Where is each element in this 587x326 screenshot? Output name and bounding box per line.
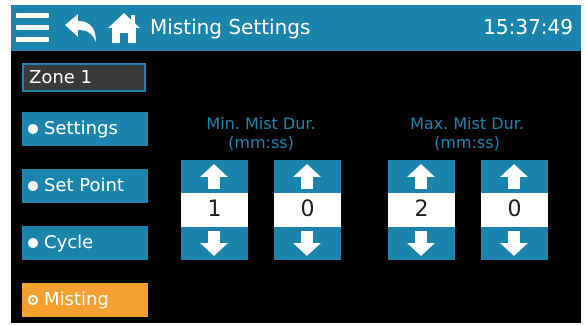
seconds-value[interactable]: 0 (274, 193, 341, 227)
menu-icon[interactable] (16, 13, 49, 43)
back-arrow-icon[interactable] (63, 12, 99, 44)
nav-set-point-button[interactable]: Set Point (22, 169, 148, 203)
max-duration-label: Max. Mist Dur. (mm:ss) (410, 114, 524, 152)
increment-button[interactable] (481, 160, 548, 193)
max-seconds-spinner: 0 (481, 160, 548, 260)
decrement-button[interactable] (274, 227, 341, 260)
up-arrow-icon (407, 164, 435, 189)
nav-label: Settings (44, 118, 118, 139)
increment-button[interactable] (181, 160, 248, 193)
down-arrow-icon (200, 231, 228, 256)
increment-button[interactable] (274, 160, 341, 193)
nav-cycle-button[interactable]: Cycle (22, 226, 148, 260)
clock: 15:37:49 (483, 15, 573, 39)
nav-label: Cycle (44, 232, 94, 253)
misting-settings-screen: Misting Settings 15:37:49 Zone 1 Setting… (11, 5, 581, 323)
min-minutes-spinner: 1 (181, 160, 248, 260)
nav-label: Set Point (44, 175, 124, 196)
min-seconds-spinner: 0 (274, 160, 341, 260)
down-arrow-icon (407, 231, 435, 256)
down-arrow-icon (500, 231, 528, 256)
page-title: Misting Settings (150, 15, 311, 39)
decrement-button[interactable] (181, 227, 248, 260)
up-arrow-icon (293, 164, 321, 189)
home-icon[interactable] (106, 11, 142, 45)
radio-icon (28, 124, 38, 134)
minutes-value[interactable]: 1 (181, 193, 248, 227)
minutes-value[interactable]: 2 (388, 193, 455, 227)
header-bar: Misting Settings 15:37:49 (11, 5, 581, 51)
decrement-button[interactable] (388, 227, 455, 260)
radio-selected-icon (28, 295, 38, 305)
radio-icon (28, 238, 38, 248)
increment-button[interactable] (388, 160, 455, 193)
decrement-button[interactable] (481, 227, 548, 260)
zone-selector[interactable]: Zone 1 (22, 63, 146, 92)
nav-misting-button[interactable]: Misting (22, 283, 148, 317)
min-duration-label: Min. Mist Dur. (mm:ss) (206, 114, 316, 152)
nav-settings-button[interactable]: Settings (22, 112, 148, 146)
up-arrow-icon (200, 164, 228, 189)
up-arrow-icon (500, 164, 528, 189)
max-minutes-spinner: 2 (388, 160, 455, 260)
seconds-value[interactable]: 0 (481, 193, 548, 227)
down-arrow-icon (293, 231, 321, 256)
nav-label: Misting (44, 289, 109, 310)
radio-icon (28, 181, 38, 191)
